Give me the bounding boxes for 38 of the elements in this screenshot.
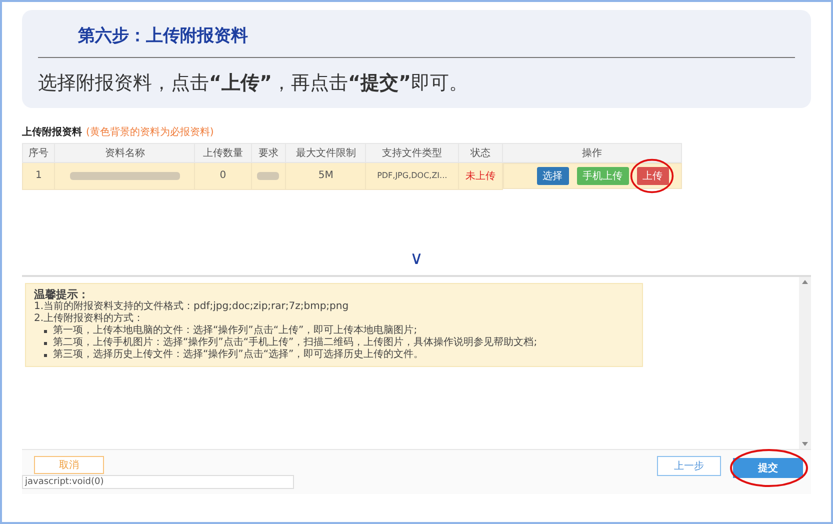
redaction-bar: [257, 172, 280, 180]
column-header: 最大文件限制: [286, 144, 366, 162]
bullet-icon: [44, 330, 47, 332]
column-header: 状态: [458, 144, 503, 162]
status-bar: javascript:void(0): [22, 475, 294, 489]
section-note: (黄色背景的资料为必报资料): [86, 127, 214, 138]
instruction-text: 选择附报资料，点击“上传”，再点击“提交”即可。: [38, 71, 469, 96]
tips-text: 第三项，选择历史上传文件：选择“操作列”点击“选择”，即可选择历史上传的文件。: [53, 348, 424, 360]
scroll-up-icon[interactable]: [801, 278, 809, 284]
tips-text: 1.当前的附报资料支持的文件格式：pdf;jpg;doc;zip;rar;7z;bmp;png: [34, 300, 350, 312]
scroll-down-icon[interactable]: [801, 441, 809, 447]
scrollbar[interactable]: [799, 276, 811, 449]
chevron-glyph: ∨: [408, 248, 424, 268]
table-cell: 0: [194, 162, 252, 189]
bullet-icon: [44, 342, 47, 344]
column-header: 序号: [22, 144, 55, 162]
column-header: 上传数量: [194, 144, 252, 162]
step-title: 第六步：上传附报资料: [77, 25, 249, 47]
bullet-icon: [44, 354, 47, 356]
action-button[interactable]: 选择: [536, 167, 568, 185]
table-cell: 5M: [286, 162, 366, 189]
tips-text: 第二项，上传手机图片：选择“操作列”点击“手机上传”，扫描二维码，上传图片，具体操作说明参见帮助文档;: [53, 336, 538, 348]
tips-title: 温馨提示：: [34, 288, 90, 300]
tips-text: 2.上传附报资料的方式：: [34, 312, 145, 324]
column-header: 支持文件类型: [366, 144, 458, 162]
previous-button[interactable]: 上一步: [657, 456, 721, 476]
action-button[interactable]: 手机上传: [576, 167, 628, 185]
table-cell: PDF,JPG,DOC,ZI...: [366, 162, 458, 189]
column-header: 资料名称: [54, 144, 195, 162]
cancel-button[interactable]: 取消: [34, 456, 104, 474]
section-title: 上传附报资料: [22, 127, 82, 138]
table-cell: 1: [22, 162, 55, 189]
column-header: 操作: [502, 144, 682, 162]
column-header: 要求: [251, 144, 286, 162]
status-text: 未上传: [458, 162, 503, 189]
tips-text: 第一项，上传本地电脑的文件：选择“操作列”点击“上传”，即可上传本地电脑图片;: [53, 324, 418, 336]
submit-button[interactable]: 提交: [733, 458, 803, 478]
action-button[interactable]: 上传: [636, 167, 668, 185]
